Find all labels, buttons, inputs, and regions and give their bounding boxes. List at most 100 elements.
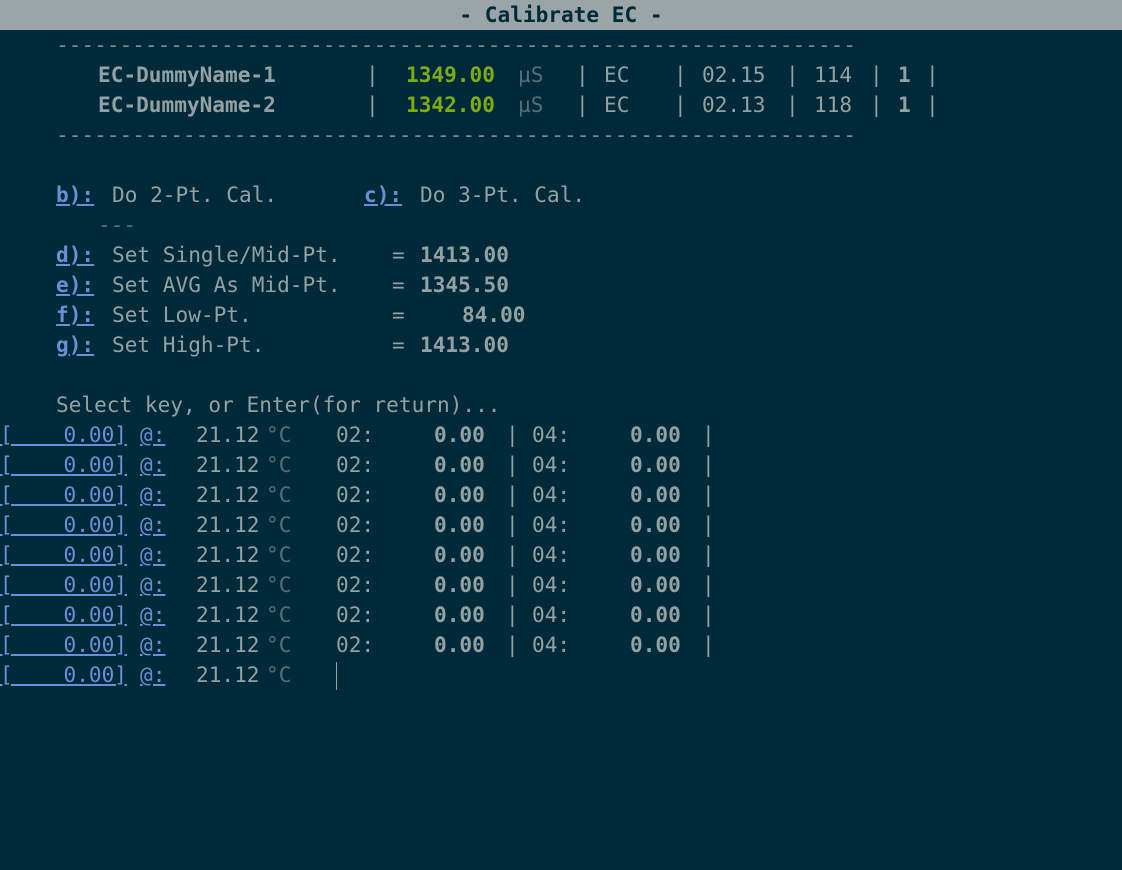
separator-line: ----------------------------------------… [56,32,857,57]
sensor-flag: 1 [898,62,911,87]
reading-temp: 21.12 [196,422,260,447]
channel-value-02: 0.00 [434,512,485,537]
reading-deg: °C [266,632,292,657]
reading-at[interactable]: @: [140,510,165,540]
menu-key-c[interactable]: c): [364,180,402,210]
reading-temp: 21.12 [196,482,260,507]
channel-value-04: 0.00 [630,572,681,597]
channel-value-04: 0.00 [630,452,681,477]
reading-temp: 21.12 [196,602,260,627]
menu-value: 84.00 [462,302,526,327]
menu-value: 1413.00 [420,242,509,267]
reading-value[interactable]: [ 0.00] [0,510,127,540]
column-divider: | [506,542,519,567]
channel-label-02: 02: [336,602,375,627]
menu-equals: = [392,242,405,267]
column-divider: | [506,632,519,657]
channel-label-02: 02: [336,422,375,447]
channel-label-02: 02: [336,452,375,477]
reading-at[interactable]: @: [140,600,165,630]
menu-label: Set AVG As Mid-Pt. [112,272,341,297]
text-cursor [336,660,337,690]
channel-label-02: 02: [336,632,375,657]
reading-value[interactable]: [ 0.00] [0,630,127,660]
channel-label-02: 02: [336,482,375,507]
readings-list: [ 0.00] @: 21.12 °C 02: 0.00 | 04: 0.00 |[ 0.00] @… [0,420,1122,660]
separator-top: ----------------------------------------… [0,30,1122,60]
reading-row: [ 0.00] @: 21.12 °C 02: 0.00 | 04: 0.00 | [0,510,1122,540]
channel-value-04: 0.00 [630,512,681,537]
reading-row: [ 0.00] @: 21.12 °C 02: 0.00 | 04: 0.00 | [0,570,1122,600]
column-divider: | [506,422,519,447]
menu-label: Set High-Pt. [112,332,265,357]
reading-value[interactable]: [ 0.00] [0,570,127,600]
window-title: - Calibrate EC - [0,0,1122,30]
channel-label-04: 04: [532,602,571,627]
reading-value[interactable]: [ 0.00] [0,660,127,690]
channel-label-04: 04: [532,482,571,507]
sensor-number: 114 [814,62,853,87]
menu-row-calibration: b): Do 2-Pt. Cal. c): Do 3-Pt. Cal. [0,180,1122,210]
column-divider: | [506,602,519,627]
terminal-screen: ----------------------------------------… [0,30,1122,690]
reading-at[interactable]: @: [140,420,165,450]
reading-at[interactable]: @: [140,660,165,690]
sensor-flag: 1 [898,92,911,117]
menu-item: f): Set Low-Pt. = 84.00 [0,300,1122,330]
menu-label-b: Do 2-Pt. Cal. [112,182,278,207]
menu-value: 1345.50 [420,272,509,297]
column-divider: | [576,62,589,87]
separator-bottom: ----------------------------------------… [0,120,1122,150]
reading-row: [ 0.00] @: 21.12 °C 02: 0.00 | 04: 0.00 | [0,480,1122,510]
reading-row: [ 0.00] @: 21.12 °C 02: 0.00 | 04: 0.00 | [0,420,1122,450]
reading-value[interactable]: [ 0.00] [0,420,127,450]
channel-value-02: 0.00 [434,452,485,477]
column-divider: | [506,572,519,597]
sensor-row: EC-DummyName-1 | 1349.00 µS | EC | 02.15… [0,60,1122,90]
menu-key-d[interactable]: d): [56,240,94,270]
channel-value-04: 0.00 [630,542,681,567]
reading-at[interactable]: @: [140,570,165,600]
menu-key-f[interactable]: f): [56,300,94,330]
column-divider: | [674,62,687,87]
reading-at[interactable]: @: [140,480,165,510]
column-divider: | [926,62,939,87]
menu-value: 1413.00 [420,332,509,357]
sensor-version: 02.13 [702,92,766,117]
menu-label-c: Do 3-Pt. Cal. [420,182,586,207]
sensor-value: 1349.00 [406,62,495,87]
menu-label: Set Single/Mid-Pt. [112,242,341,267]
channel-value-02: 0.00 [434,482,485,507]
sensor-value: 1342.00 [406,92,495,117]
column-divider: | [674,92,687,117]
prompt-line: Select key, or Enter(for return)... [0,390,1122,420]
reading-value[interactable]: [ 0.00] [0,480,127,510]
column-divider: | [702,632,715,657]
menu-equals: = [392,302,405,327]
menu-key-g[interactable]: g): [56,330,94,360]
column-divider: | [506,512,519,537]
reading-row: [ 0.00] @: 21.12 °C 02: 0.00 | 04: 0.00 | [0,630,1122,660]
reading-value[interactable]: [ 0.00] [0,600,127,630]
menu-item: d): Set Single/Mid-Pt. = 1413.00 [0,240,1122,270]
column-divider: | [702,452,715,477]
separator-line: ----------------------------------------… [56,122,857,147]
sensor-row: EC-DummyName-2 | 1342.00 µS | EC | 02.13… [0,90,1122,120]
menu-key-b[interactable]: b): [56,180,94,210]
reading-at[interactable]: @: [140,540,165,570]
menu-key-e[interactable]: e): [56,270,94,300]
reading-deg: °C [266,602,292,627]
channel-label-04: 04: [532,512,571,537]
channel-label-02: 02: [336,572,375,597]
channel-value-04: 0.00 [630,632,681,657]
channel-label-04: 04: [532,632,571,657]
reading-at[interactable]: @: [140,630,165,660]
reading-value[interactable]: [ 0.00] [0,540,127,570]
menu-label: Set Low-Pt. [112,302,252,327]
channel-value-04: 0.00 [630,482,681,507]
channel-label-02: 02: [336,542,375,567]
reading-at[interactable]: @: [140,450,165,480]
reading-value[interactable]: [ 0.00] [0,450,127,480]
column-divider: | [786,92,799,117]
